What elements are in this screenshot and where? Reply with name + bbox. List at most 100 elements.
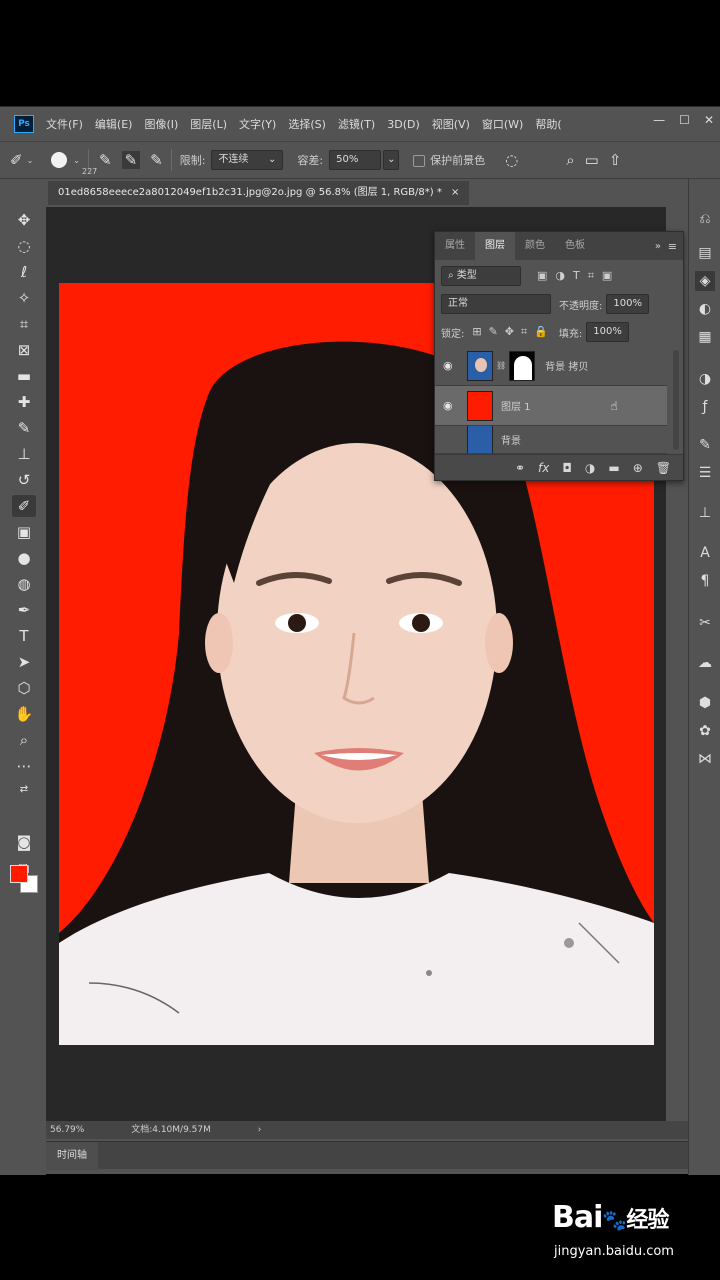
libraries-icon[interactable]: ☁ bbox=[695, 653, 715, 673]
workspace-icon[interactable]: ▭ bbox=[585, 151, 599, 169]
fill-input[interactable]: 100% bbox=[586, 322, 629, 342]
foreground-color[interactable] bbox=[10, 865, 28, 883]
path-selection-tool-icon[interactable]: ➤ bbox=[12, 651, 36, 673]
folder-icon[interactable]: ▬ bbox=[608, 461, 619, 475]
fx-panel-icon[interactable]: ƒ bbox=[695, 397, 715, 417]
crop-tool-icon[interactable]: ⌗ bbox=[12, 313, 36, 335]
eye-icon[interactable]: ◉ bbox=[443, 359, 457, 372]
tab-swatches[interactable]: 色板 bbox=[555, 232, 595, 260]
stamp-tool-icon[interactable]: ⊥ bbox=[12, 443, 36, 465]
tab-properties[interactable]: 属性 bbox=[435, 232, 475, 260]
dodge-tool-icon[interactable]: ◍ bbox=[12, 573, 36, 595]
menu-type[interactable]: 文字(Y) bbox=[239, 116, 276, 132]
document-tab[interactable]: 01ed8658eeece2a8012049ef1b2c31.jpg@2o.jp… bbox=[48, 181, 470, 205]
magic-wand-tool-icon[interactable]: ✧ bbox=[12, 287, 36, 309]
history-icon[interactable]: ⎌ bbox=[695, 209, 715, 229]
zoom-level[interactable]: 56.79% bbox=[50, 1125, 84, 1135]
blur-tool-icon[interactable]: ● bbox=[12, 547, 36, 569]
panel-menu-icon[interactable]: ≡ bbox=[668, 240, 677, 253]
zoom-tool-icon[interactable]: ⌕ bbox=[12, 729, 36, 751]
layers-scrollbar[interactable] bbox=[673, 350, 679, 450]
filter-select[interactable]: ⌕ 类型 bbox=[441, 266, 521, 286]
tolerance-chevron-icon[interactable]: ⌄ bbox=[383, 150, 400, 170]
layer-row[interactable]: 背景 bbox=[435, 426, 667, 454]
lock-icons[interactable]: ⊞✎✥⌗🔒 bbox=[472, 325, 555, 339]
collapse-icon[interactable]: » bbox=[655, 241, 661, 252]
search-icon[interactable]: ⌕ bbox=[566, 151, 574, 169]
brush-settings-icon[interactable]: ☰ bbox=[695, 463, 715, 483]
filter-icons[interactable]: ▣◑T⌗▣ bbox=[537, 269, 620, 283]
shape-tool-icon[interactable]: ⬡ bbox=[12, 677, 36, 699]
menu-view[interactable]: 视图(V) bbox=[432, 116, 470, 132]
brush-preview[interactable] bbox=[51, 152, 68, 168]
background-eraser-tool-icon[interactable]: ✐ bbox=[10, 151, 23, 169]
menu-help[interactable]: 帮助( bbox=[535, 116, 561, 132]
pen-tool-icon[interactable]: ✒ bbox=[12, 599, 36, 621]
menu-window[interactable]: 窗口(W) bbox=[482, 116, 523, 132]
checkbox-box[interactable] bbox=[413, 155, 426, 167]
3d-icon[interactable]: ⬢ bbox=[695, 693, 715, 713]
more-tools-icon[interactable]: ⋯ bbox=[12, 755, 36, 777]
swap-colors-icon[interactable]: ⇄ bbox=[12, 779, 36, 801]
healing-tool-icon[interactable]: ✚ bbox=[12, 391, 36, 413]
materials-icon[interactable]: ✿ bbox=[695, 721, 715, 741]
eye-icon[interactable]: ◉ bbox=[443, 399, 457, 412]
maximize-button[interactable]: ☐ bbox=[679, 113, 690, 127]
status-arrow-icon[interactable]: › bbox=[258, 1125, 262, 1135]
minimize-button[interactable]: — bbox=[653, 113, 665, 127]
fx-icon[interactable]: fx bbox=[538, 461, 549, 475]
menu-layer[interactable]: 图层(L) bbox=[190, 116, 227, 132]
trash-icon[interactable]: 🗑 bbox=[656, 461, 671, 475]
protect-fg-checkbox[interactable]: 保护前景色 bbox=[413, 152, 485, 168]
sampling-once-icon[interactable]: ✎ bbox=[121, 151, 141, 169]
lasso-tool-icon[interactable]: ℓ bbox=[12, 261, 36, 283]
menu-image[interactable]: 图像(I) bbox=[144, 116, 178, 132]
background-eraser-tool-icon[interactable]: ✐ bbox=[12, 495, 36, 517]
hand-tool-icon[interactable]: ✋ bbox=[12, 703, 36, 725]
brush-panel-icon[interactable]: ✎ bbox=[695, 435, 715, 455]
menu-file[interactable]: 文件(F) bbox=[46, 116, 83, 132]
link-icon[interactable]: ⚭ bbox=[515, 461, 525, 475]
tab-color[interactable]: 颜色 bbox=[515, 232, 555, 260]
menu-edit[interactable]: 编辑(E) bbox=[95, 116, 133, 132]
adjustment-icon[interactable]: ◑ bbox=[585, 461, 595, 475]
menu-select[interactable]: 选择(S) bbox=[288, 116, 326, 132]
grid-icon[interactable]: ▦ bbox=[695, 327, 715, 347]
layer-row[interactable]: ◉ ⛓ 背景 拷贝 bbox=[435, 346, 667, 386]
opacity-input[interactable]: 100% bbox=[606, 294, 649, 314]
brush-chevron-icon[interactable]: ⌄ bbox=[73, 156, 80, 165]
character-icon[interactable]: A bbox=[695, 543, 715, 563]
menu-filter[interactable]: 滤镜(T) bbox=[338, 116, 375, 132]
new-layer-icon[interactable]: ⊕ bbox=[633, 461, 643, 475]
close-tab-icon[interactable]: × bbox=[451, 187, 459, 198]
palette-icon[interactable]: ◐ bbox=[695, 299, 715, 319]
ruler-tool-icon[interactable]: ▬ bbox=[12, 365, 36, 387]
marquee-tool-icon[interactable]: ◌ bbox=[12, 235, 36, 257]
menu-3d[interactable]: 3D(D) bbox=[387, 118, 420, 131]
share-icon[interactable]: ⇧ bbox=[609, 151, 622, 169]
paragraph-icon[interactable]: ¶ bbox=[695, 571, 715, 591]
history-brush-tool-icon[interactable]: ↺ bbox=[12, 469, 36, 491]
paths-icon[interactable]: ⋈ bbox=[695, 749, 715, 769]
quick-mask-icon[interactable]: ◙ bbox=[12, 831, 36, 853]
close-button[interactable]: ✕ bbox=[704, 113, 714, 127]
clone-source-icon[interactable]: ⊥ bbox=[695, 503, 715, 523]
adjustments-icon[interactable]: ◑ bbox=[695, 369, 715, 389]
tools-icon[interactable]: ✂ bbox=[695, 613, 715, 633]
type-tool-icon[interactable]: T bbox=[12, 625, 36, 647]
mask-icon[interactable]: ◘ bbox=[562, 461, 572, 475]
brush-tool-icon[interactable]: ✎ bbox=[12, 417, 36, 439]
chain-icon[interactable]: ⛓ bbox=[496, 361, 506, 370]
sampling-swatch-icon[interactable]: ✎ bbox=[150, 151, 163, 169]
sampling-continuous-icon[interactable]: ✎ bbox=[99, 151, 112, 169]
pressure-icon[interactable]: ◌ bbox=[505, 151, 518, 169]
frame-tool-icon[interactable]: ⊠ bbox=[12, 339, 36, 361]
color-icon[interactable]: ▤ bbox=[695, 243, 715, 263]
layers-icon[interactable]: ◈ bbox=[695, 271, 715, 291]
tolerance-input[interactable]: 50% bbox=[329, 150, 382, 170]
layer-mask-thumbnail[interactable] bbox=[509, 350, 536, 381]
tab-layers[interactable]: 图层 bbox=[475, 232, 515, 260]
blend-mode-select[interactable]: 正常 bbox=[441, 294, 551, 314]
move-tool-icon[interactable]: ✥ bbox=[12, 209, 36, 231]
timeline-tab[interactable]: 时间轴 bbox=[46, 1142, 98, 1170]
